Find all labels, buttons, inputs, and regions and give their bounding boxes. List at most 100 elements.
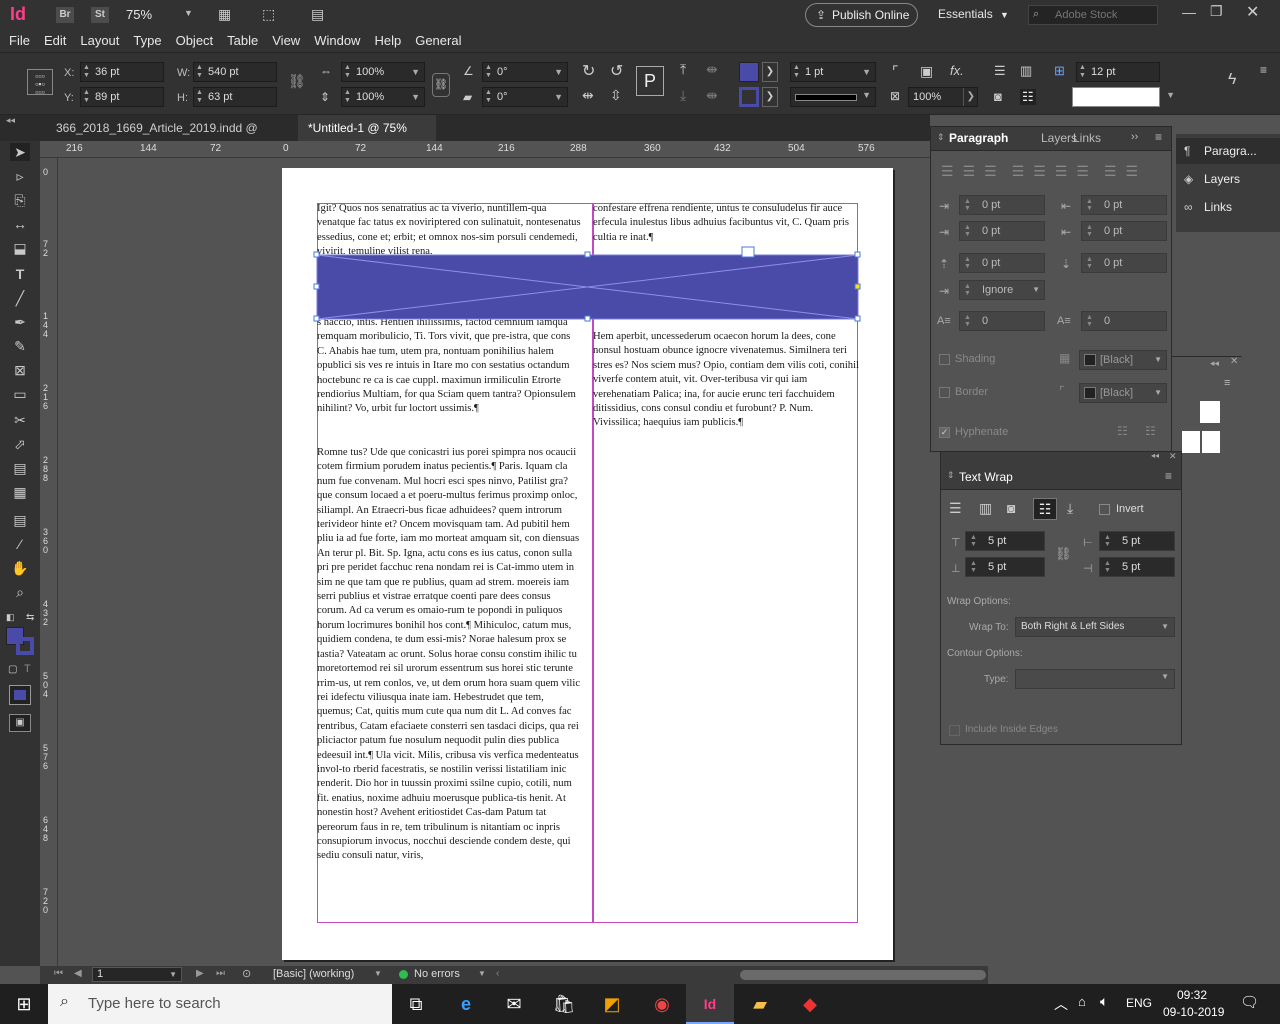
language-indicator[interactable]: ENG [1126,996,1152,1010]
stroke-color-icon[interactable] [16,637,34,655]
selected-rectangle-frame[interactable] [313,246,861,322]
rotate-ccw-icon[interactable]: ↺ [610,61,623,81]
align-center-icon[interactable]: ☰ [963,163,985,179]
shading-checkbox[interactable] [939,354,950,365]
content-collector-icon[interactable]: ⬓ [10,239,30,257]
right-offset-field[interactable]: ▲ ▼ 5 pt [1099,557,1175,577]
column-2-mid-text[interactable]: Hem aperbit, uncessederum ocaecon horum … [593,330,859,434]
first-line-indent-field[interactable]: ▲ ▼ 0 pt [959,221,1045,241]
width-field[interactable]: ▲ ▼ 540 pt [193,62,277,82]
minimize-icon[interactable]: — [1182,4,1196,20]
anchor-icon[interactable] [741,246,755,258]
bridge-button[interactable]: Br [56,7,74,23]
menu-view[interactable]: View [265,30,307,52]
align-right-icon[interactable]: ☰ [984,163,1006,179]
drop-cap-chars-field[interactable]: ▲ ▼ 0 [1081,311,1167,331]
free-transform-tool-icon[interactable]: ⬀ [10,435,30,453]
shading-color-dropdown[interactable]: [Black] ▼ [1079,350,1167,370]
column-2-top-text[interactable]: confestare effrena rendiente, untus te c… [593,202,855,248]
handle[interactable] [854,251,861,258]
no-wrap-icon[interactable]: ☰ [949,500,962,517]
bottom-offset-field[interactable]: ▲ ▼ 5 pt [965,557,1045,577]
stock-button[interactable]: St [91,7,109,23]
selection-tool-icon[interactable]: ➤ [10,143,30,161]
tab-article[interactable]: 366_2018_1669_Article_2019.indd @ 66% ✕ [46,115,291,161]
gutter-field[interactable]: ▲ ▼ 12 pt [1076,62,1160,82]
scale-x-field[interactable]: ▲ ▼ 100% ▼ [341,62,425,82]
outlook-icon[interactable]: ◩ [588,984,636,1024]
gap-tool-icon[interactable]: ↔ [10,215,30,233]
shear-field[interactable]: ▲ ▼ 0° ▼ [482,87,568,107]
note-tool-icon[interactable]: ▤ [10,511,30,529]
swap-colors-icon[interactable]: ⇆ [26,612,34,623]
scroll-left-icon[interactable]: ‹ [496,968,499,979]
panel-menu-icon[interactable]: ≡ [1165,469,1172,483]
handle[interactable] [313,315,320,322]
dock-item-links[interactable]: ∞ Links [1176,194,1280,220]
document-page[interactable]: Igit? Quos nos senatratius ac ta viverio… [282,168,893,960]
rectangle-frame-tool-icon[interactable]: ⊠ [10,361,30,379]
handle[interactable] [313,251,320,258]
gradient-swatch-tool-icon[interactable]: ▤ [10,459,30,477]
zoom-tool-icon[interactable]: ⌕ [10,583,30,601]
space-after-field[interactable]: ▲ ▼ 0 pt [1081,253,1167,273]
handle[interactable] [854,315,861,322]
link-scale-icon[interactable]: ⛓ [432,73,450,97]
jump-object-icon[interactable]: ☷ [1033,498,1057,520]
store-icon[interactable]: 🛍 [540,984,588,1024]
include-inside-edges-checkbox[interactable] [949,725,960,736]
invert-checkbox[interactable] [1099,504,1110,515]
menu-object[interactable]: Object [169,30,221,52]
restore-icon[interactable]: ❐ [1210,3,1223,20]
stock-search[interactable]: ⌕ [1028,5,1158,25]
stroke-swatch[interactable] [739,87,759,107]
expand-icon[interactable]: ›› [1131,131,1138,143]
wrap-object-shape-icon[interactable]: ◙ [1007,500,1015,516]
fill-swatch-menu[interactable]: ❯ [762,62,778,82]
wrap-to-dropdown[interactable]: Both Right & Left Sides ▼ [1015,617,1175,637]
next-page-icon[interactable]: ▶ [196,968,204,979]
windows-start-icon[interactable]: ⊞ [0,984,48,1024]
task-view-icon[interactable]: ⧉ [392,984,440,1024]
publish-online-button[interactable]: ⇪ Publish Online [805,3,918,27]
hand-tool-icon[interactable]: ✋ [10,559,30,577]
volume-icon[interactable]: 🔈︎ [1100,993,1108,1010]
direct-selection-tool-icon[interactable]: ▹ [10,167,30,185]
page-thumbnail[interactable] [1202,431,1220,453]
drop-cap-lines-field[interactable]: ▲ ▼ 0 [959,311,1045,331]
tab-links[interactable]: Links [1073,131,1101,145]
text-wrap-none-icon[interactable]: ☰ [994,63,1006,79]
stub-collapse-icon[interactable]: ◂◂ [1210,358,1219,369]
stub-close-icon[interactable]: ✕ [1230,356,1238,367]
align-spine-icon[interactable]: ☰ [1104,163,1126,179]
corner-options-icon[interactable]: ⌜ [892,63,899,80]
network-icon[interactable]: ⌂ [1078,994,1086,1009]
dock-item-paragraph[interactable]: ¶ Paragra... [1176,138,1280,164]
height-field[interactable]: ▲ ▼ 63 pt [193,87,277,107]
flip-vertical-icon[interactable]: ⇳ [610,87,622,104]
panel-collapse-icon[interactable]: ⇕ [937,132,945,143]
line-tool-icon[interactable]: ╱ [10,289,30,307]
tab-layers[interactable]: Layers [1041,131,1077,145]
chevron-down-icon[interactable]: ▼ [184,8,193,18]
panel-menu-icon[interactable]: ≡ [1155,130,1162,144]
panel-collapse-icon[interactable]: ⇕ [947,470,955,481]
reference-point-icon[interactable]: ▫▫▫ ▫▪▫ ▫▫▫ [27,69,53,97]
menu-window[interactable]: Window [307,30,367,52]
chrome-icon[interactable]: ◉ [638,984,686,1024]
default-colors-icon[interactable]: ◧ [6,612,15,623]
menu-general[interactable]: General [408,30,468,52]
apply-color-icon[interactable] [9,685,31,705]
control-panel-menu-icon[interactable]: ≡ [1260,63,1267,77]
text-wrap-jump-icon[interactable]: ☷ [1020,89,1036,105]
horizontal-scrollbar[interactable] [740,970,986,980]
preflight-status[interactable]: No errors [414,968,460,980]
eyedropper-tool-icon[interactable]: ⁄ [10,535,30,553]
handle[interactable] [313,283,320,290]
justify-left-icon[interactable]: ☰ [1012,163,1034,179]
type-tool-icon[interactable]: T [10,265,30,283]
align-to-grid-dropdown[interactable]: ▲ ▼ Ignore ▼ [959,280,1045,300]
file-explorer-icon[interactable]: ▰ [736,984,784,1024]
align-bottom-icon[interactable]: ⤓ [680,87,686,104]
frame-grid-icon[interactable]: ▦ [218,6,231,23]
